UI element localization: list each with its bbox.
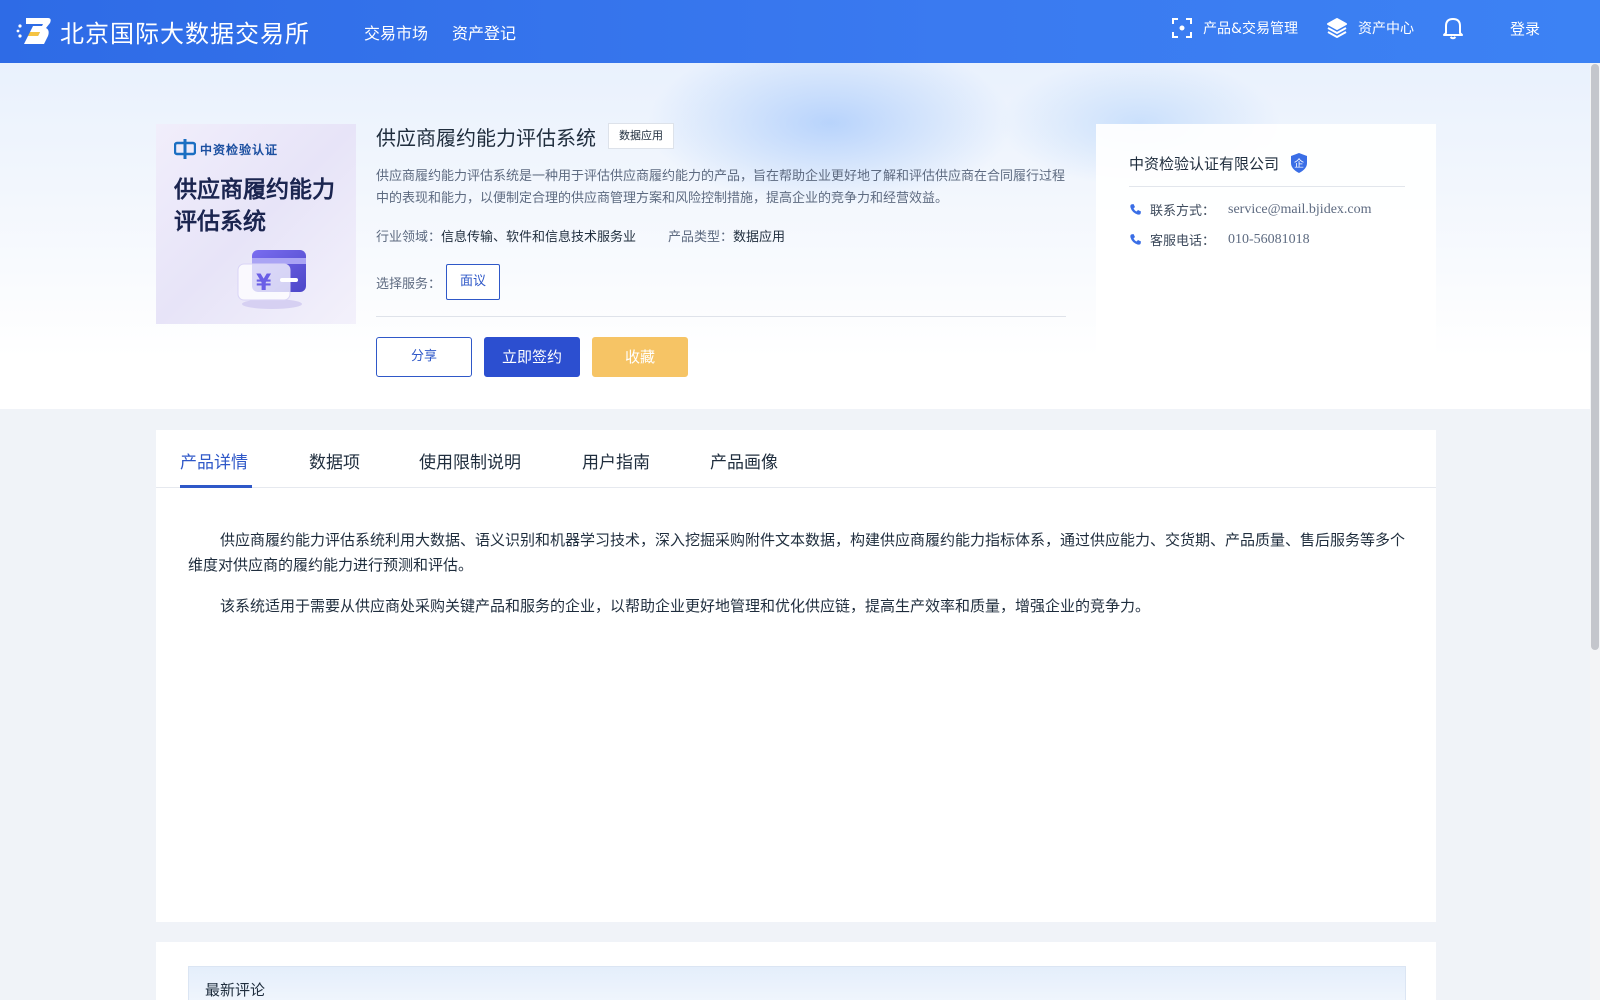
logo-icon[interactable]: [16, 14, 52, 48]
comments-header: 最新评论: [188, 966, 1406, 1000]
service-label: 选择服务：: [376, 277, 442, 292]
nav-trade-market[interactable]: 交易市场: [364, 20, 428, 44]
service-phone: 010-56081018: [1228, 231, 1310, 247]
cover-title: 供应商履约能力评估系统: [174, 177, 335, 235]
enterprise-verified-icon: 企: [1291, 153, 1308, 173]
product-type-value: 数据应用: [733, 230, 786, 245]
product-type-tag: 数据应用: [608, 123, 674, 149]
favorite-button[interactable]: 收藏: [592, 337, 688, 377]
notification-button[interactable]: [1442, 16, 1474, 40]
industry-value: 信息传输、软件和信息技术服务业: [441, 230, 637, 245]
product-cover-image: 中资检验认证 供应商履约能力评估系统 ¥: [156, 124, 356, 324]
hero-divider: [376, 316, 1066, 317]
share-button[interactable]: 分享: [376, 337, 472, 377]
asset-center-label: 资产中心: [1357, 21, 1414, 37]
company-name[interactable]: 中资检验认证有限公司: [1129, 153, 1279, 174]
tab-data-items[interactable]: 数据项: [309, 448, 360, 473]
product-trade-mgmt-link[interactable]: 产品&交易管理: [1171, 17, 1298, 39]
scan-icon: [1172, 18, 1193, 38]
comments-card: 最新评论: [156, 942, 1436, 1000]
contact-email[interactable]: service@mail.bjidex.com: [1228, 202, 1372, 218]
cover-brand: 中资检验认证: [174, 138, 278, 160]
product-title: 供应商履约能力评估系统: [376, 126, 596, 150]
service-option-negotiable[interactable]: 面议: [446, 264, 500, 300]
product-type-label: 产品类型：: [668, 230, 734, 245]
industry-field: 行业领域：信息传输、软件和信息技术服务业: [376, 226, 636, 245]
payment-card-icon: ¥: [237, 250, 306, 309]
user-nav: 产品&交易管理 资产中心 登录: [1143, 16, 1540, 40]
company-divider: [1129, 186, 1405, 187]
detail-paragraph-1: 供应商履约能力评估系统利用大数据、语义识别和机器学习技术，深入挖掘采购附件文本数…: [188, 531, 1406, 574]
main-nav: 交易市场 资产登记: [364, 20, 516, 44]
phone-icon: [1130, 204, 1141, 215]
contact-email-row: 联系方式： service@mail.bjidex.com: [1129, 200, 1372, 219]
brand-logo-icon: [174, 139, 196, 159]
tab-product-details[interactable]: 产品详情: [180, 448, 248, 473]
bell-icon: [1442, 18, 1463, 40]
top-header: 北京国际大数据交易所 交易市场 资产登记 产品&交易管理 资产中心 登录: [0, 0, 1600, 63]
tab-usage-restrictions[interactable]: 使用限制说明: [419, 448, 521, 473]
product-description: 供应商履约能力评估系统是一种用于评估供应商履约能力的产品，旨在帮助企业更好地了解…: [376, 169, 1066, 206]
contact-label: 联系方式：: [1150, 204, 1216, 219]
login-link[interactable]: 登录: [1510, 18, 1540, 39]
phone-label: 客服电话：: [1150, 234, 1216, 249]
product-trade-mgmt-label: 产品&交易管理: [1203, 21, 1298, 37]
svg-text:¥: ¥: [256, 271, 272, 296]
cover-brand-text: 中资检验认证: [200, 142, 279, 157]
page-scrollbar-thumb[interactable]: [1591, 64, 1599, 650]
svg-text:企: 企: [1294, 157, 1304, 170]
product-type-field: 产品类型：数据应用: [668, 226, 785, 245]
company-card: 中资检验认证有限公司 企 联系方式： service@mail.bjidex.c…: [1096, 124, 1436, 409]
layers-icon: [1326, 18, 1347, 38]
phone-icon: [1130, 234, 1141, 245]
product-detail-card: 产品详情 数据项 使用限制说明 用户指南 产品画像 供应商履约能力评估系统利用大…: [156, 430, 1436, 922]
sign-now-button[interactable]: 立即签约: [484, 337, 580, 377]
tab-product-profile[interactable]: 产品画像: [710, 448, 778, 473]
asset-center-link[interactable]: 资产中心: [1326, 17, 1414, 39]
product-meta: 行业领域：信息传输、软件和信息技术服务业 产品类型：数据应用: [376, 226, 785, 245]
detail-paragraph-2: 该系统适用于需要从供应商处采购关键产品和服务的企业，以帮助企业更好地管理和优化供…: [220, 597, 1151, 615]
detail-tabs: 产品详情 数据项 使用限制说明 用户指南 产品画像: [156, 430, 1436, 488]
active-tab-indicator: [180, 485, 252, 488]
comments-title: 最新评论: [205, 981, 266, 999]
site-name[interactable]: 北京国际大数据交易所: [60, 14, 310, 49]
industry-label: 行业领域：: [376, 230, 442, 245]
service-phone-row: 客服电话： 010-56081018: [1129, 230, 1310, 249]
tab-user-guide[interactable]: 用户指南: [582, 448, 650, 473]
nav-asset-registration[interactable]: 资产登记: [452, 20, 516, 44]
company-name-row: 中资检验认证有限公司 企: [1129, 152, 1309, 174]
